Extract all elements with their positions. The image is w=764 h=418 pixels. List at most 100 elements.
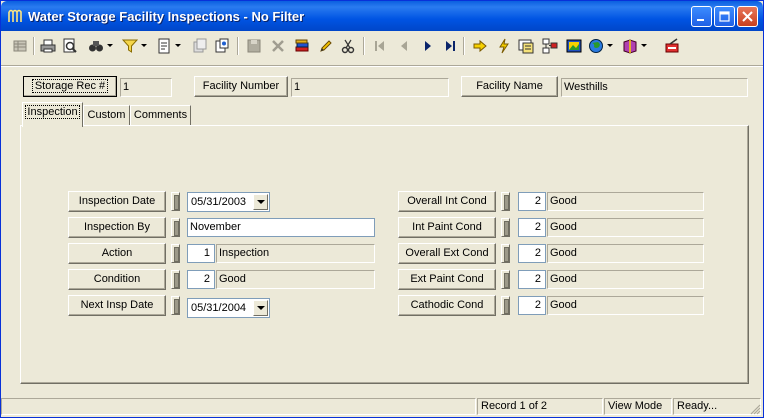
close-button[interactable] — [737, 6, 758, 27]
inspection-date-button[interactable]: Inspection Date — [68, 191, 166, 212]
maximize-button[interactable] — [714, 6, 735, 27]
overall-int-cond-marker — [501, 192, 510, 211]
filter-icon — [122, 39, 138, 53]
prev-record-button[interactable] — [393, 35, 415, 57]
overall-ext-cond-text-field: Good — [547, 244, 704, 263]
overall-int-cond-code-input[interactable]: 2 — [518, 192, 546, 211]
cathodic-cond-marker — [501, 296, 510, 315]
storage-rec-field: 1 — [120, 78, 172, 97]
chevron-down-icon[interactable] — [253, 300, 268, 316]
print-preview-button[interactable] — [59, 35, 81, 57]
status-mode: View Mode — [604, 398, 672, 415]
last-record-icon — [446, 41, 455, 51]
hierarchy-icon — [542, 38, 558, 54]
hierarchy-button[interactable] — [539, 35, 561, 57]
book-icon — [623, 39, 637, 54]
status-main — [1, 398, 476, 415]
image-icon — [566, 39, 582, 53]
toolbar-divider — [1, 65, 763, 67]
map-button[interactable] — [515, 35, 537, 57]
save-button[interactable] — [243, 35, 265, 57]
table-view-button[interactable] — [9, 35, 31, 57]
overall-int-cond-button[interactable]: Overall Int Cond — [398, 191, 496, 212]
inspection-date-select[interactable]: 05/31/2003 — [187, 192, 270, 212]
facility-number-field: 1 — [291, 78, 449, 97]
app-window: Water Storage Facility Inspections - No … — [0, 0, 764, 418]
find-button[interactable] — [85, 35, 113, 57]
next-insp-date-marker — [171, 296, 180, 315]
inspection-by-button[interactable]: Inspection By — [68, 217, 166, 238]
condition-code-input[interactable]: 2 — [187, 270, 215, 289]
action-code-input[interactable]: 1 — [187, 244, 215, 263]
go-to-icon — [473, 39, 487, 53]
tab-comments[interactable]: Comments — [130, 105, 191, 126]
report-button[interactable] — [153, 35, 181, 57]
save-icon — [247, 39, 261, 53]
condition-button[interactable]: Condition — [68, 269, 166, 290]
next-record-icon — [425, 41, 431, 51]
next-insp-date-select[interactable]: 05/31/2004 — [187, 298, 270, 318]
inspection-by-input[interactable]: November — [187, 218, 375, 237]
int-paint-cond-text-field: Good — [547, 218, 704, 237]
ext-paint-cond-marker — [501, 270, 510, 289]
last-record-button[interactable] — [439, 35, 461, 57]
maximize-icon — [719, 11, 730, 22]
status-state: Ready... — [673, 398, 761, 415]
tab-inspection[interactable]: Inspection — [22, 102, 83, 127]
inspection-date-value: 05/31/2003 — [191, 196, 247, 208]
book-button[interactable] — [619, 35, 647, 57]
cut-icon — [341, 39, 355, 54]
first-record-button[interactable] — [369, 35, 391, 57]
lightning-button[interactable] — [493, 35, 515, 57]
overall-int-cond-text-field: Good — [547, 192, 704, 211]
next-insp-date-button[interactable]: Next Insp Date — [68, 295, 166, 316]
copy-record-icon — [193, 38, 207, 53]
ext-paint-cond-text-field: Good — [547, 270, 704, 289]
tab-custom[interactable]: Custom — [83, 105, 130, 126]
title-bar[interactable]: Water Storage Facility Inspections - No … — [1, 1, 763, 31]
new-record-button[interactable] — [211, 35, 233, 57]
cathodic-cond-button[interactable]: Cathodic Cond — [398, 295, 496, 316]
image-button[interactable] — [563, 35, 585, 57]
map-icon — [518, 39, 534, 54]
print-button[interactable] — [37, 35, 59, 57]
inspection-date-marker — [171, 192, 180, 211]
prev-record-icon — [401, 41, 407, 51]
cathodic-cond-code-input[interactable]: 2 — [518, 296, 546, 315]
first-record-icon — [375, 41, 384, 51]
overall-ext-cond-code-input[interactable]: 2 — [518, 244, 546, 263]
minimize-icon — [697, 19, 704, 21]
facility-name-button[interactable]: Facility Name — [461, 76, 558, 97]
edit-button[interactable] — [315, 35, 337, 57]
delete-button[interactable] — [267, 35, 289, 57]
globe-button[interactable] — [585, 35, 613, 57]
condition-text-field: Good — [216, 270, 375, 289]
print-icon — [40, 39, 56, 53]
filter-button[interactable] — [119, 35, 147, 57]
chevron-down-icon[interactable] — [253, 194, 268, 210]
books-icon — [295, 39, 309, 52]
ext-paint-cond-code-input[interactable]: 2 — [518, 270, 546, 289]
int-paint-cond-button[interactable]: Int Paint Cond — [398, 217, 496, 238]
copy-record-button[interactable] — [189, 35, 211, 57]
int-paint-cond-code-input[interactable]: 2 — [518, 218, 546, 237]
facility-number-button[interactable]: Facility Number — [194, 76, 288, 97]
report-icon — [158, 38, 170, 54]
inspection-by-marker — [171, 218, 180, 237]
close-icon — [742, 11, 753, 22]
resize-grip-icon[interactable] — [749, 403, 761, 415]
cut-button[interactable] — [337, 35, 359, 57]
overall-ext-cond-button[interactable]: Overall Ext Cond — [398, 243, 496, 264]
condition-marker — [171, 270, 180, 289]
new-record-icon — [215, 38, 229, 53]
go-to-button[interactable] — [469, 35, 491, 57]
search-binoculars-icon — [89, 41, 103, 52]
next-record-button[interactable] — [417, 35, 439, 57]
minimize-button[interactable] — [691, 6, 712, 27]
toolbar — [5, 34, 761, 60]
ext-paint-cond-button[interactable]: Ext Paint Cond — [398, 269, 496, 290]
storage-rec-button[interactable]: Storage Rec # — [23, 76, 117, 97]
books-button[interactable] — [291, 35, 313, 57]
exit-button[interactable] — [661, 35, 683, 57]
action-button[interactable]: Action — [68, 243, 166, 264]
